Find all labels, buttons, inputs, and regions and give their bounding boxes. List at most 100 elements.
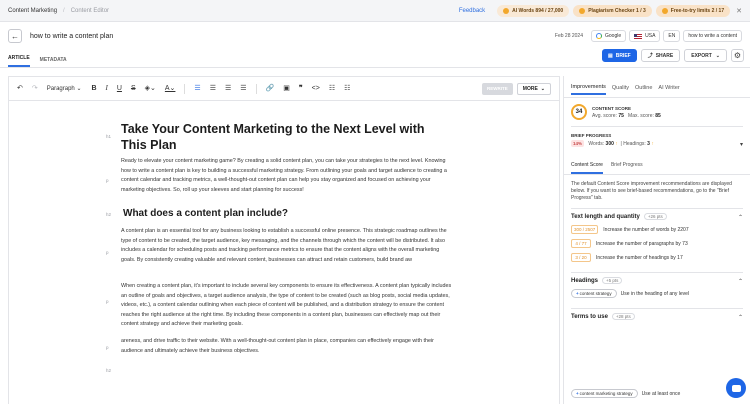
score-subtabs: Content Score Brief Progress	[564, 157, 750, 175]
content-score-label: CONTENT SCORE	[592, 105, 632, 111]
article-paragraph[interactable]: When creating a content plan, it's impor…	[121, 282, 453, 330]
image-icon[interactable]: ▣	[283, 85, 290, 92]
language-chip[interactable]: EN	[663, 30, 681, 42]
rewrite-button[interactable]: REWRITE	[482, 82, 513, 95]
brief-progress-stats: 14% Words: 300 ↑ | Headings: 3 ↑	[571, 140, 654, 147]
free-limits-pill[interactable]: Free-to-try limits 2 / 17	[655, 4, 731, 17]
block-type-marker: p	[106, 345, 109, 350]
keyword-chip[interactable]: +content strategy	[571, 289, 617, 298]
header-actions: ▤ BRIEF ⤴ SHARE EXPORT ⌄ ⚙	[598, 49, 744, 62]
breadcrumb-content-marketing[interactable]: Content Marketing	[8, 8, 57, 14]
block-type-marker: p	[106, 250, 109, 255]
search-engine-chip[interactable]: Google	[591, 30, 627, 42]
caret-down-icon[interactable]: ▾	[740, 141, 743, 148]
quote-icon[interactable]: ❞	[299, 85, 303, 92]
score-stats: Avg. score: 75 Max. score: 85	[592, 112, 661, 119]
strikethrough-icon[interactable]: S	[131, 85, 136, 92]
export-button[interactable]: EXPORT ⌄	[684, 49, 727, 62]
formatting-toolbar: ↶ ↷ Paragraph ⌄ B I U S ◈⌄ A⌄ ☰ ☰ ☰ ☰ 🔗 …	[9, 77, 559, 101]
chat-icon	[731, 384, 741, 392]
breadcrumb-content-editor: Content Editor	[70, 7, 110, 14]
block-type-marker: p	[106, 299, 109, 304]
code-icon[interactable]: <>	[312, 85, 320, 92]
more-button[interactable]: MORE ⌄	[516, 82, 551, 95]
bold-icon[interactable]: B	[91, 85, 96, 92]
recommendation-item: 4 / 77 Increase the number of paragraphs…	[571, 239, 743, 248]
tab-article[interactable]: ARTICLE	[8, 55, 30, 67]
editor-pane: ↶ ↷ Paragraph ⌄ B I U S ◈⌄ A⌄ ☰ ☰ ☰ ☰ 🔗 …	[8, 76, 560, 404]
section-text-length: Text length and quantity +26 pts ⌃ 300 /…	[564, 209, 750, 266]
coin-icon	[661, 7, 668, 14]
italic-icon[interactable]: I	[106, 85, 108, 92]
link-icon[interactable]: 🔗	[266, 85, 275, 92]
article-heading-h1[interactable]: Take Your Content Marketing to the Next …	[121, 121, 451, 153]
settings-button[interactable]: ⚙	[731, 49, 744, 62]
plagiarism-checker-pill[interactable]: Plagiarism Checker 1 / 3	[573, 4, 652, 17]
ai-words-limit-pill[interactable]: AI Words 894 / 27,000	[497, 4, 570, 17]
chevron-up-icon[interactable]: ⌃	[738, 214, 743, 221]
breadcrumb-separator: /	[63, 7, 65, 14]
coin-icon	[503, 7, 510, 14]
arrow-left-icon: ←	[11, 31, 19, 41]
us-flag-icon	[634, 33, 643, 39]
points-badge: +28 pts	[611, 313, 635, 320]
content-score-block: 34 CONTENT SCORE Avg. score: 75 Max. sco…	[564, 98, 750, 126]
chevron-down-icon: ⌄	[715, 52, 720, 59]
back-button[interactable]: ←	[8, 29, 22, 43]
divider	[184, 83, 186, 94]
brief-button[interactable]: ▤ BRIEF	[601, 49, 637, 62]
arrow-up-icon: ↑	[651, 141, 654, 147]
tab-ai-writer[interactable]: AI Writer	[658, 79, 679, 94]
chat-support-button[interactable]	[726, 378, 746, 398]
paragraph-style-select[interactable]: Paragraph ⌄	[47, 85, 82, 92]
close-icon[interactable]: ✕	[736, 7, 742, 15]
keyword-chip[interactable]: +content marketing strategy	[571, 389, 638, 398]
chevron-up-icon[interactable]: ⌃	[738, 278, 743, 285]
section-headings: Headings +5 pts ⌃ +content strategy Use …	[564, 273, 750, 302]
article-paragraph[interactable]: A content plan is an essential tool for …	[121, 227, 453, 265]
chevron-up-icon[interactable]: ⌃	[738, 314, 743, 321]
section-title[interactable]: Terms to use +28 pts	[571, 313, 743, 320]
text-color-icon[interactable]: A⌄	[165, 85, 176, 92]
progress-badge: 4 / 77	[571, 239, 591, 248]
keyword-chip[interactable]: how to write a content	[683, 30, 742, 42]
document-title[interactable]: how to write a content plan	[30, 33, 113, 40]
undo-icon[interactable]: ↶	[17, 85, 23, 92]
recommendation-item: +content marketing strategy Use at least…	[571, 389, 680, 398]
article-paragraph[interactable]: areness, and drive traffic to their webs…	[121, 337, 453, 356]
subtab-brief-progress[interactable]: Brief Progress	[611, 157, 643, 174]
section-title[interactable]: Text length and quantity +26 pts	[571, 213, 743, 220]
article-paragraph[interactable]: Ready to elevate your content marketing …	[121, 157, 453, 195]
section-terms-to-use: Terms to use +28 pts ⌃	[564, 309, 750, 324]
underline-icon[interactable]: U	[117, 85, 122, 92]
editor-content[interactable]: h1 Take Your Content Marketing to the Ne…	[9, 101, 559, 404]
plus-icon: +	[576, 291, 579, 296]
plus-icon: +	[576, 391, 579, 396]
country-chip[interactable]: USA	[629, 30, 661, 42]
section-title[interactable]: Headings +5 pts	[571, 277, 743, 284]
share-icon: ⤴	[647, 53, 653, 59]
tab-metadata[interactable]: METADATA	[40, 57, 67, 67]
align-justify-icon[interactable]: ☰	[240, 85, 246, 92]
recommendation-item: +content strategy Use in the heading of …	[571, 289, 743, 298]
google-icon	[596, 33, 602, 39]
bulleted-list-icon[interactable]: ☷	[329, 85, 335, 92]
coin-icon	[579, 7, 586, 14]
numbered-list-icon[interactable]: ☷	[344, 85, 350, 92]
block-type-marker: h2	[106, 368, 112, 373]
article-heading-h2[interactable]: What does a content plan include?	[123, 208, 288, 219]
panel-tabs: Improvements Quality Outline AI Writer	[564, 76, 750, 98]
align-center-icon[interactable]: ☰	[210, 85, 216, 92]
tab-outline[interactable]: Outline	[635, 79, 652, 94]
align-right-icon[interactable]: ☰	[225, 85, 231, 92]
brief-progress-badge: 14%	[571, 140, 585, 147]
tab-improvements[interactable]: Improvements	[571, 78, 606, 95]
align-left-icon[interactable]: ☰	[194, 85, 200, 92]
tab-quality[interactable]: Quality	[612, 79, 629, 94]
redo-icon[interactable]: ↷	[32, 85, 38, 92]
share-button[interactable]: ⤴ SHARE	[640, 49, 681, 62]
highlight-color-icon[interactable]: ◈⌄	[145, 85, 156, 92]
feedback-link[interactable]: Feedback	[459, 8, 485, 14]
brief-progress-block[interactable]: BRIEF PROGRESS 14% Words: 300 ↑ | Headin…	[564, 127, 750, 153]
subtab-content-score[interactable]: Content Score	[571, 157, 603, 174]
